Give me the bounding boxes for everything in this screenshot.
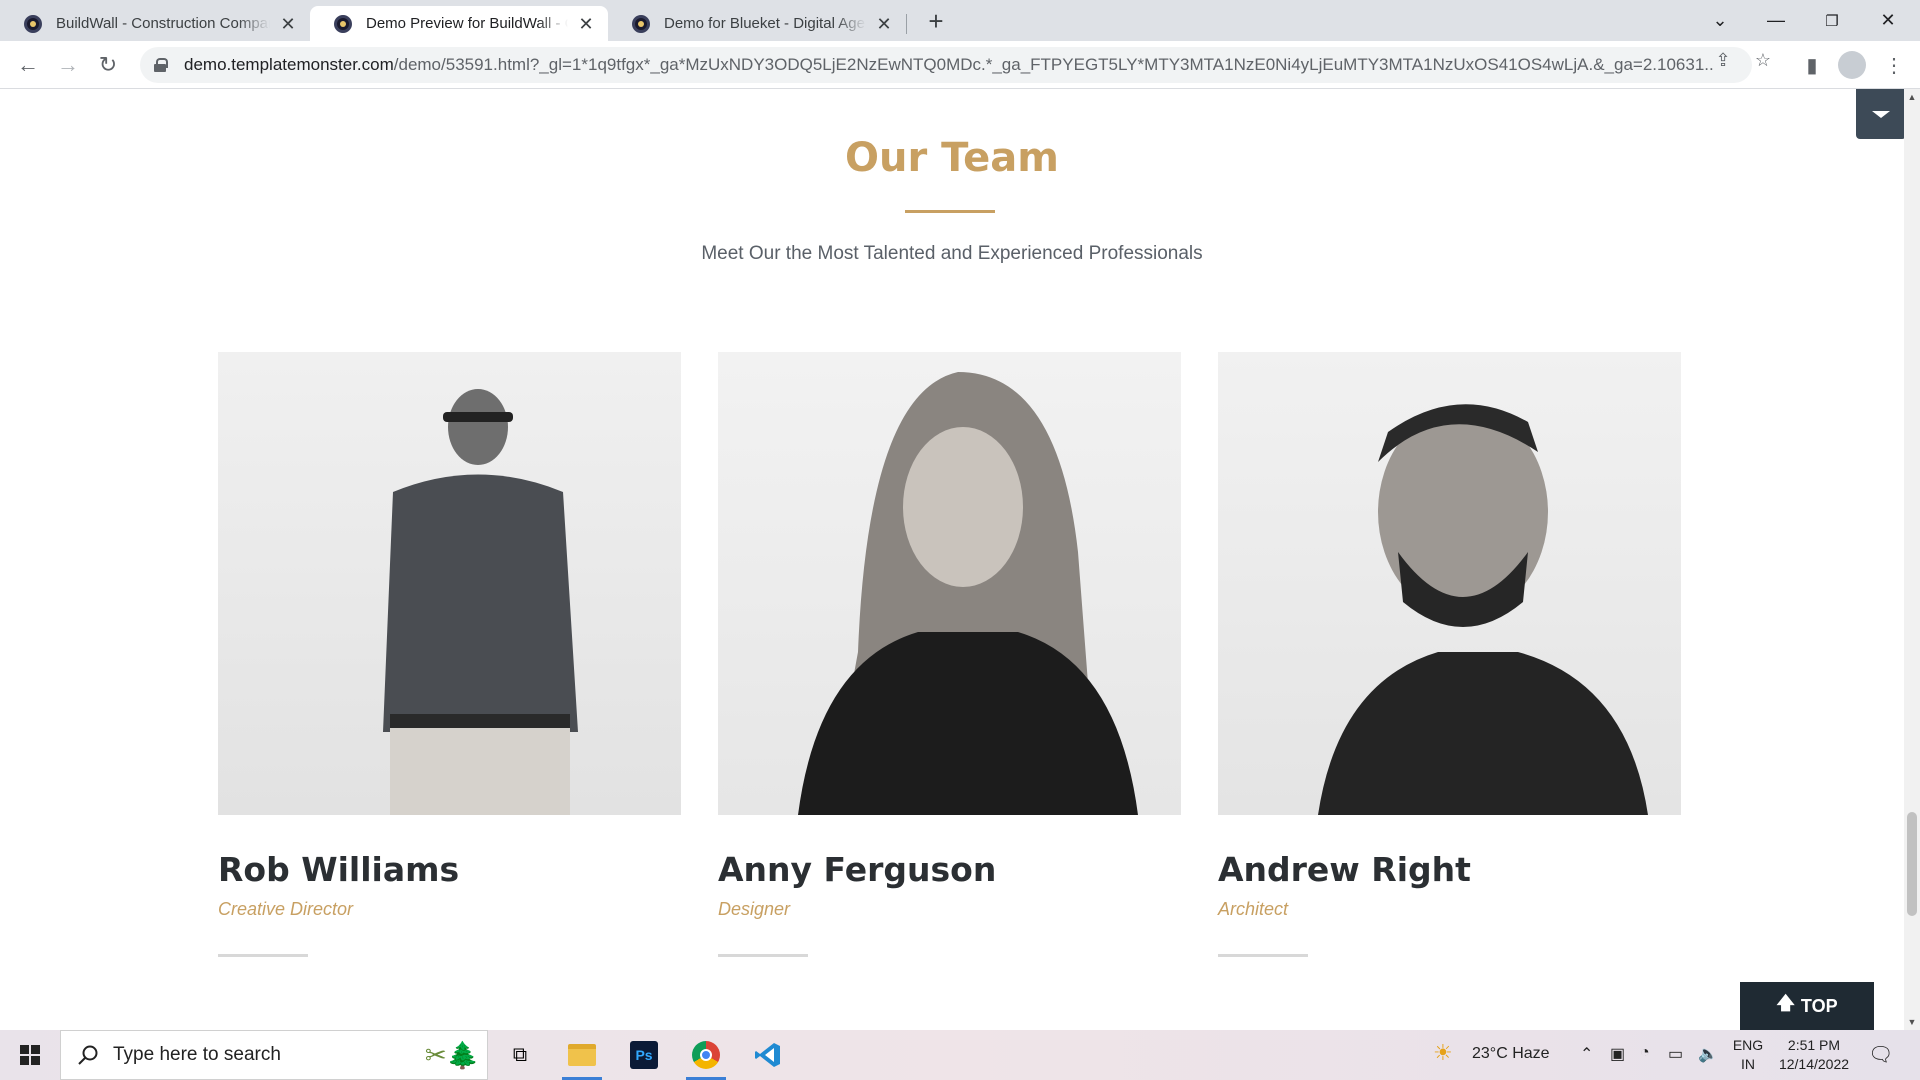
tab-title: Demo Preview for BuildWall - Constructio…	[366, 15, 568, 32]
team-member-name: Andrew Right	[1218, 850, 1471, 889]
person-silhouette-icon	[1318, 404, 1648, 815]
taskbar-search-box[interactable]: Type here to search ✂🌲	[60, 1030, 488, 1080]
team-member-role: Designer	[718, 899, 791, 919]
arrow-up-icon: 🡅	[1776, 993, 1795, 1013]
card-divider	[218, 954, 308, 957]
team-member-name: Anny Ferguson	[718, 850, 997, 889]
card-divider	[718, 954, 808, 957]
vscode-icon[interactable]	[744, 1035, 792, 1075]
chrome-icon[interactable]	[682, 1035, 730, 1080]
person-silhouette-icon	[798, 372, 1138, 815]
restore-button[interactable]: ❐	[1804, 0, 1860, 41]
meet-now-icon[interactable]: ▣	[1610, 1044, 1625, 1064]
search-placeholder: Type here to search	[113, 1044, 281, 1065]
start-button[interactable]	[0, 1030, 60, 1080]
task-view-icon[interactable]: ⧉	[496, 1035, 544, 1075]
clock[interactable]: 2:51 PM 12/14/2022	[1770, 1036, 1858, 1074]
weather-text[interactable]: 23°C Haze	[1472, 1045, 1550, 1063]
address-bar[interactable]: demo.templatemonster.com/demo/53591.html…	[140, 47, 1752, 83]
close-tab-icon[interactable]: ✕	[874, 14, 894, 34]
search-icon	[78, 1045, 98, 1065]
team-member-name: Rob Williams	[218, 850, 460, 889]
team-card: Anny Ferguson Designer	[718, 352, 1181, 957]
lock-icon[interactable]	[154, 58, 168, 72]
side-panel-icon[interactable]: ▮	[1796, 49, 1828, 81]
clock-time: 2:51 PM	[1787, 1037, 1841, 1053]
minimize-button[interactable]: —	[1748, 0, 1804, 41]
scroll-down-arrow-icon[interactable]: ▼	[1904, 1014, 1920, 1030]
back-to-top-label: TOP	[1800, 995, 1838, 1016]
language-code: ENG	[1732, 1037, 1764, 1053]
close-tab-icon[interactable]: ✕	[576, 14, 596, 34]
windows-taskbar: Type here to search ✂🌲 ⧉ Ps ☀ 23°C Haze …	[0, 1030, 1920, 1080]
team-card: Rob Williams Creative Director	[218, 352, 681, 957]
card-divider	[1218, 954, 1308, 957]
windows-logo-icon	[20, 1045, 40, 1065]
site-favicon-icon	[24, 14, 42, 33]
tab-title: BuildWall - Construction Company	[56, 15, 270, 32]
close-window-button[interactable]: ✕	[1860, 0, 1916, 41]
scroll-up-arrow-icon[interactable]: ▲	[1904, 89, 1920, 105]
photoshop-icon[interactable]: Ps	[620, 1035, 668, 1075]
heading-divider	[905, 210, 995, 213]
page-scrollbar[interactable]: ▲ ▼	[1904, 89, 1920, 1030]
browser-tab-bar: BuildWall - Construction Company ✕ Demo …	[0, 0, 1920, 41]
tab-buildwall[interactable]: BuildWall - Construction Company ✕	[0, 6, 310, 41]
search-highlight-decoration-icon: ✂🌲	[424, 1039, 479, 1070]
tab-search-chevron-icon[interactable]: ⌄	[1692, 0, 1748, 41]
tab-demo-blueket[interactable]: Demo for Blueket - Digital Agency ✕	[608, 6, 906, 41]
tab-demo-preview-buildwall[interactable]: Demo Preview for BuildWall - Constructio…	[310, 6, 608, 41]
team-card: Andrew Right Architect	[1218, 352, 1681, 957]
team-member-role: Creative Director	[218, 899, 354, 919]
url-text[interactable]: demo.templatemonster.com/demo/53591.html…	[184, 55, 1714, 75]
battery-icon[interactable]: ▭	[1668, 1044, 1683, 1064]
weather-icon[interactable]: ☀	[1433, 1040, 1453, 1066]
site-favicon-icon	[632, 14, 650, 33]
region-code: IN	[1741, 1056, 1755, 1072]
browser-toolbar: ← → ↻ demo.templatemonster.com/demo/5359…	[0, 41, 1920, 89]
page-viewport: Our Team Meet Our the Most Talented and …	[0, 89, 1904, 1030]
profile-avatar[interactable]	[1838, 51, 1866, 79]
site-favicon-icon	[334, 14, 352, 33]
notifications-icon[interactable]: 🗨	[1868, 1042, 1893, 1067]
forward-button[interactable]: →	[52, 49, 84, 81]
bookmark-star-icon[interactable]: ☆	[1752, 49, 1774, 71]
clock-date: 12/14/2022	[1778, 1056, 1850, 1072]
demo-panel-toggle-button[interactable]	[1856, 89, 1904, 139]
person-silhouette-icon	[383, 389, 578, 815]
back-to-top-button[interactable]: 🡅 TOP	[1740, 982, 1874, 1030]
show-hidden-icons-icon[interactable]: ⌃	[1580, 1044, 1593, 1064]
vscode-logo-icon	[755, 1043, 780, 1067]
network-icon[interactable]: ◔	[1640, 1044, 1650, 1062]
close-tab-icon[interactable]: ✕	[278, 14, 298, 34]
team-member-role: Architect	[1218, 899, 1289, 919]
back-button[interactable]: ←	[12, 49, 44, 81]
team-member-photo	[218, 352, 681, 815]
browser-menu-icon[interactable]: ⋮	[1878, 49, 1910, 81]
volume-icon[interactable]: 🔈	[1698, 1044, 1718, 1064]
tab-separator	[906, 14, 907, 34]
scrollbar-thumb[interactable]	[1907, 812, 1917, 916]
team-member-photo	[1218, 352, 1681, 815]
tab-title: Demo for Blueket - Digital Agency	[664, 15, 866, 32]
section-heading: Our Team	[845, 135, 1059, 181]
file-explorer-icon[interactable]	[558, 1035, 606, 1080]
team-member-photo	[718, 352, 1181, 815]
reload-button[interactable]: ↻	[92, 49, 124, 81]
new-tab-button[interactable]: +	[922, 8, 950, 36]
section-subtitle: Meet Our the Most Talented and Experienc…	[701, 243, 1203, 264]
url-path: /demo/53591.html?_gl=1*1q9tfgx*_ga*MzUxN…	[393, 55, 1714, 74]
input-language[interactable]: ENG IN	[1732, 1036, 1764, 1074]
share-icon[interactable]: ⇪	[1712, 49, 1734, 71]
url-domain: demo.templatemonster.com	[184, 55, 394, 74]
